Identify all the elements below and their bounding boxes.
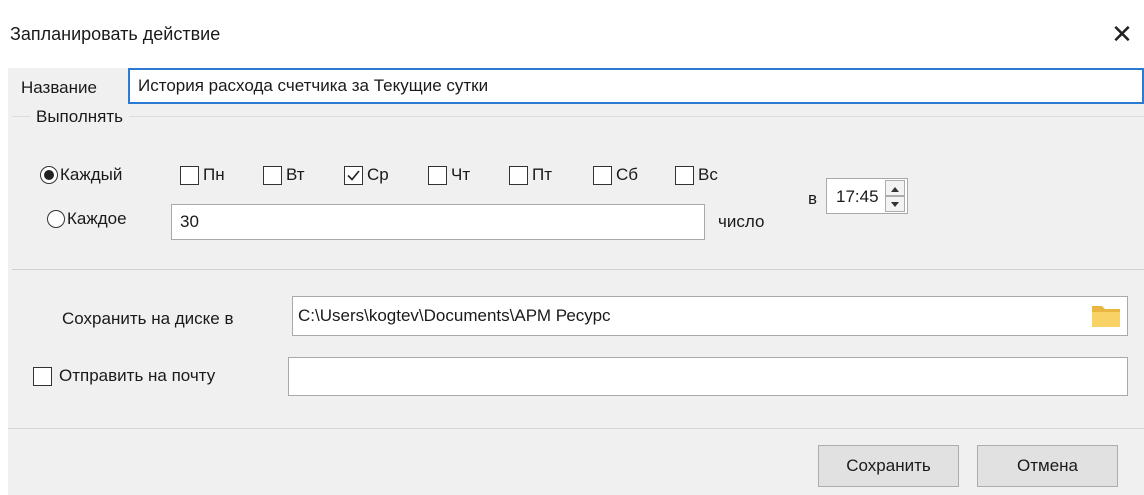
checkbox-mon[interactable] bbox=[180, 166, 199, 185]
radio-each[interactable] bbox=[47, 210, 65, 228]
time-at-label: в bbox=[808, 189, 818, 208]
name-input[interactable]: История расхода счетчика за Текущие сутк… bbox=[128, 68, 1144, 104]
save-path-input[interactable]: C:\Users\kogtev\Documents\АРМ Ресурс bbox=[292, 296, 1128, 336]
checkbox-tue[interactable] bbox=[263, 166, 282, 185]
radio-every-label: Каждый bbox=[60, 165, 123, 184]
checkbox-fri-label: Пт bbox=[532, 165, 553, 184]
arrow-up-icon bbox=[891, 187, 899, 192]
radio-every[interactable] bbox=[40, 166, 58, 184]
close-icon[interactable]: ✕ bbox=[1108, 20, 1136, 48]
save-path-label: Сохранить на диске в bbox=[62, 309, 234, 328]
email-input[interactable] bbox=[288, 357, 1128, 396]
name-label: Название bbox=[21, 78, 97, 97]
checkbox-wed[interactable] bbox=[344, 166, 363, 185]
footer-separator bbox=[8, 428, 1144, 429]
checkbox-tue-label: Вт bbox=[286, 165, 305, 184]
send-email-label: Отправить на почту bbox=[59, 366, 216, 385]
arrow-down-icon bbox=[891, 202, 899, 207]
checkbox-sat-label: Сб bbox=[616, 165, 639, 184]
cancel-button[interactable]: Отмена bbox=[977, 445, 1118, 487]
time-decrease-button[interactable] bbox=[885, 196, 905, 212]
checkbox-mon-label: Пн bbox=[203, 165, 225, 184]
radio-selected-dot bbox=[44, 170, 54, 180]
time-increase-button[interactable] bbox=[885, 180, 905, 196]
send-email-checkbox[interactable] bbox=[33, 367, 52, 386]
checkbox-thu-label: Чт bbox=[451, 165, 471, 184]
checkmark-icon bbox=[347, 170, 360, 181]
time-value[interactable]: 17:45 bbox=[836, 187, 879, 207]
checkbox-wed-label: Ср bbox=[367, 165, 389, 184]
day-number-input[interactable]: 30 bbox=[171, 204, 705, 240]
schedule-group-label: Выполнять bbox=[30, 107, 130, 127]
schedule-group bbox=[12, 116, 1144, 270]
checkbox-thu[interactable] bbox=[428, 166, 447, 185]
checkbox-sun-label: Вс bbox=[698, 165, 718, 184]
checkbox-sat[interactable] bbox=[593, 166, 612, 185]
checkbox-sun[interactable] bbox=[675, 166, 694, 185]
save-button[interactable]: Сохранить bbox=[818, 445, 959, 487]
folder-icon[interactable] bbox=[1090, 301, 1122, 334]
checkbox-fri[interactable] bbox=[509, 166, 528, 185]
dialog-title: Запланировать действие bbox=[10, 24, 221, 44]
radio-each-label: Каждое bbox=[67, 209, 127, 228]
number-label: число bbox=[718, 212, 765, 231]
